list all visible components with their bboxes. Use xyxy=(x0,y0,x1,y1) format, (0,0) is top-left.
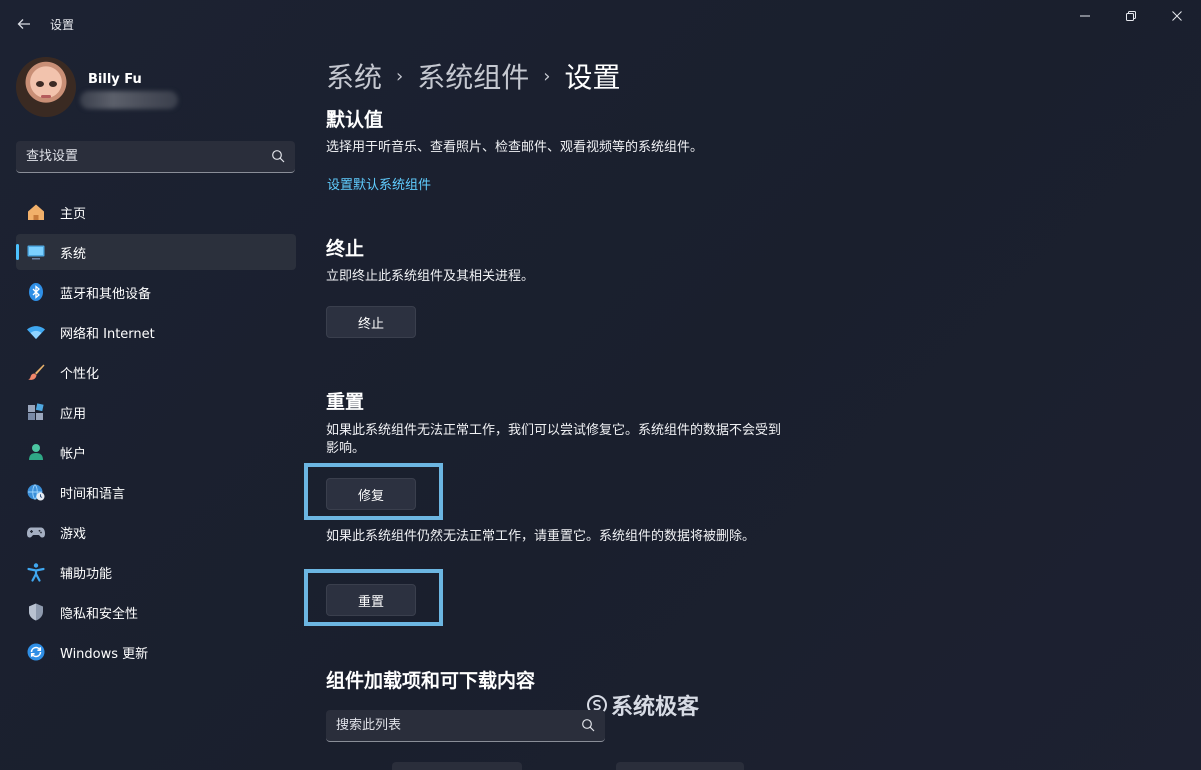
sidebar-item-label: 游戏 xyxy=(60,527,87,542)
shield-icon xyxy=(26,602,46,622)
arrow-left-icon xyxy=(17,19,30,29)
window-title: 设置 xyxy=(50,18,75,32)
sidebar-item-privacy[interactable]: 隐私和安全性 xyxy=(16,594,296,630)
sidebar-item-label: 隐私和安全性 xyxy=(60,607,139,622)
page-title: 设置 xyxy=(564,61,621,94)
back-button[interactable] xyxy=(8,8,40,40)
terminate-heading: 终止 xyxy=(326,238,365,260)
chevron-right-icon: › xyxy=(396,65,404,87)
home-icon xyxy=(26,202,46,222)
sidebar-item-home[interactable]: 主页 xyxy=(16,194,296,230)
chevron-right-icon: › xyxy=(543,65,551,87)
repair-description: 如果此系统组件无法正常工作，我们可以尝试修复它。系统组件的数据不会受到影响。 xyxy=(326,423,782,456)
sidebar-item-label: 网络和 Internet xyxy=(60,327,155,342)
nav-list: 主页 系统 蓝牙和其他设备 网络和 Internet 个性化 应用 帐户 时间和… xyxy=(16,194,296,674)
search-input[interactable] xyxy=(16,141,266,172)
sidebar-item-label: 帐户 xyxy=(60,447,87,462)
sidebar-item-label: Windows 更新 xyxy=(60,647,149,662)
gamepad-icon xyxy=(26,522,46,542)
sidebar-item-apps[interactable]: 应用 xyxy=(16,394,296,430)
settings-search[interactable] xyxy=(16,141,295,173)
main-content: 系统 › 系统组件 › 设置 默认值 选择用于听音乐、查看照片、检查邮件、观看视… xyxy=(304,48,1201,770)
sidebar-item-label: 蓝牙和其他设备 xyxy=(60,287,152,302)
sidebar-item-network[interactable]: 网络和 Internet xyxy=(16,314,296,350)
repair-button[interactable]: 修复 xyxy=(326,478,416,510)
close-icon xyxy=(1172,11,1182,21)
reset-button[interactable]: 重置 xyxy=(326,584,416,616)
monitor-icon xyxy=(26,242,46,262)
watermark-text: 系统极客 xyxy=(611,695,700,720)
settings-window: 设置 Billy Fu 查找设置 主页 系统 蓝牙和其他设备 网络和 Inter… xyxy=(0,0,1201,770)
reset-heading: 重置 xyxy=(326,391,365,413)
filter-sort-row-cropped xyxy=(326,762,766,770)
sidebar-item-label: 辅助功能 xyxy=(60,567,113,582)
accessibility-icon xyxy=(26,562,46,582)
defaults-description: 选择用于听音乐、查看照片、检查邮件、观看视频等的系统组件。 xyxy=(326,140,704,155)
globe-clock-icon xyxy=(26,482,46,502)
filter-dropdown-cropped[interactable] xyxy=(392,762,522,770)
sidebar-item-gaming[interactable]: 游戏 xyxy=(16,514,296,550)
sidebar-item-system[interactable]: 系统 xyxy=(16,234,296,270)
restore-icon xyxy=(1126,11,1136,21)
sidebar: Billy Fu 主页 系统 xyxy=(0,48,310,770)
set-defaults-link[interactable]: 设置默认系统组件 xyxy=(327,174,431,193)
terminate-description: 立即终止此系统组件及其相关进程。 xyxy=(326,269,535,284)
sort-dropdown-cropped[interactable] xyxy=(616,762,744,770)
title-bar: 设置 xyxy=(0,0,1201,48)
addons-heading: 组件加载项和可下载内容 xyxy=(326,670,536,692)
person-icon xyxy=(26,442,46,462)
apps-icon xyxy=(26,402,46,422)
defaults-heading: 默认值 xyxy=(326,109,384,131)
minimize-icon xyxy=(1080,15,1090,17)
sidebar-item-label: 系统 xyxy=(60,247,87,262)
addons-search-input[interactable] xyxy=(326,710,576,741)
sidebar-item-accessibility[interactable]: 辅助功能 xyxy=(16,554,296,590)
bluetooth-icon xyxy=(26,282,46,302)
avatar[interactable] xyxy=(16,57,76,117)
brush-icon xyxy=(26,362,46,382)
sidebar-item-label: 个性化 xyxy=(60,367,100,382)
sidebar-item-accounts[interactable]: 帐户 xyxy=(16,434,296,470)
sidebar-item-time-language[interactable]: 时间和语言 xyxy=(16,474,296,510)
breadcrumb: 系统 › 系统组件 › 设置 xyxy=(326,56,620,96)
reset-description: 如果此系统组件仍然无法正常工作，请重置它。系统组件的数据将被删除。 xyxy=(326,529,756,544)
sidebar-item-label: 主页 xyxy=(60,207,87,222)
sidebar-item-personalization[interactable]: 个性化 xyxy=(16,354,296,390)
sidebar-item-label: 应用 xyxy=(60,407,87,422)
breadcrumb-system-components[interactable]: 系统组件 xyxy=(417,56,529,96)
update-icon xyxy=(26,642,46,662)
search-icon[interactable] xyxy=(271,149,285,163)
sidebar-item-windows-update[interactable]: Windows 更新 xyxy=(16,634,296,670)
terminate-button[interactable]: 终止 xyxy=(326,306,416,338)
user-email-blurred xyxy=(80,91,178,109)
wifi-icon xyxy=(26,322,46,342)
sidebar-item-bluetooth[interactable]: 蓝牙和其他设备 xyxy=(16,274,296,310)
minimize-button[interactable] xyxy=(1062,0,1108,32)
sidebar-item-label: 时间和语言 xyxy=(60,487,126,502)
close-button[interactable] xyxy=(1154,0,1200,32)
user-name: Billy Fu xyxy=(88,72,142,87)
search-icon[interactable] xyxy=(581,718,595,732)
breadcrumb-system[interactable]: 系统 xyxy=(326,56,382,96)
restore-button[interactable] xyxy=(1108,0,1154,32)
addons-search[interactable] xyxy=(326,710,605,742)
